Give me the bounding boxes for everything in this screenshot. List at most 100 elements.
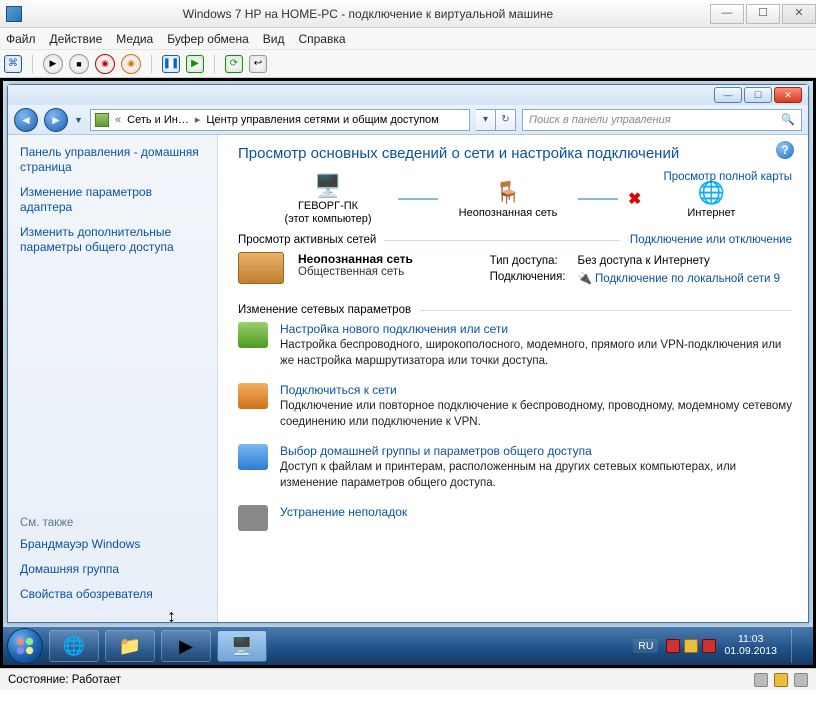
- reset-button[interactable]: ▶: [186, 55, 204, 73]
- list-item: Выбор домашней группы и параметров общег…: [238, 444, 792, 491]
- refresh-button[interactable]: ↻: [496, 109, 516, 131]
- ctrl-alt-del-button[interactable]: ⌘: [4, 55, 22, 73]
- menu-action[interactable]: Действие: [50, 32, 103, 46]
- nav-back-button[interactable]: ◄: [14, 108, 38, 132]
- shutdown-button[interactable]: ◉: [95, 54, 115, 74]
- network-type[interactable]: Общественная сеть: [298, 266, 413, 278]
- homegroup-link[interactable]: Выбор домашней группы и параметров общег…: [280, 444, 792, 458]
- node-pc-sub: (этот компьютер): [284, 213, 371, 226]
- vm-icon: [6, 6, 22, 22]
- host-status-bar: Состояние: Работает: [0, 668, 816, 690]
- active-network: Неопознанная сеть Общественная сеть Тип …: [238, 252, 792, 288]
- change-settings-label: Изменение сетевых параметров: [238, 304, 411, 316]
- vm-viewport: ― ☐ ✕ ◄ ► ▼ « Сеть и Ин… ▸ Центр управле…: [0, 78, 816, 668]
- crumb-current[interactable]: Центр управления сетями и общим доступом: [206, 114, 438, 126]
- page-heading: Просмотр основных сведений о сети и наст…: [238, 145, 792, 162]
- start-button[interactable]: [7, 628, 43, 664]
- clock[interactable]: 11:03 01.09.2013: [724, 634, 777, 657]
- turnoff-button[interactable]: ■: [69, 54, 89, 74]
- menu-help[interactable]: Справка: [298, 32, 345, 46]
- nav-history-button[interactable]: ▼: [74, 115, 84, 125]
- search-input[interactable]: Поиск в панели управления 🔍: [522, 109, 802, 131]
- status-value: Работает: [72, 674, 121, 686]
- host-title: Windows 7 HP на HOME-PC - подключение к …: [28, 7, 708, 21]
- connection-link[interactable]: Подключение по локальной сети 9: [595, 273, 780, 285]
- link-line: [398, 198, 438, 200]
- tray-icon[interactable]: [702, 639, 716, 653]
- full-map-link[interactable]: Просмотр полной карты: [663, 171, 792, 183]
- breadcrumb-dropdown[interactable]: ▾: [476, 109, 496, 131]
- revert-button[interactable]: ↩: [249, 55, 267, 73]
- homegroup-icon: [238, 444, 268, 470]
- network-center-window: ― ☐ ✕ ◄ ► ▼ « Сеть и Ин… ▸ Центр управле…: [7, 84, 809, 623]
- tray-icon[interactable]: [666, 639, 680, 653]
- search-icon: 🔍: [781, 113, 795, 126]
- item-desc: Доступ к файлам и принтерам, расположенн…: [280, 460, 792, 491]
- window-close-button[interactable]: ✕: [774, 87, 802, 103]
- vm-taskbar: 🌐 📁 ▶ 🖥️ RU 11:03 01.09.2013: [3, 627, 813, 665]
- sidebar: Панель управления - домашняя страница Из…: [8, 135, 218, 622]
- host-minimize-button[interactable]: ―: [710, 4, 744, 24]
- system-tray: RU 11:03 01.09.2013: [633, 629, 809, 663]
- host-toolbar: ⌘ ▶ ■ ◉ ◉ ❚❚ ▶ ⟳ ↩: [0, 50, 816, 78]
- taskbar-explorer-button[interactable]: 📁: [105, 630, 155, 662]
- menu-media[interactable]: Медиа: [116, 32, 153, 46]
- tray-icon[interactable]: [684, 639, 698, 653]
- access-type-value: Без доступа к Интернету: [578, 254, 790, 268]
- nav-forward-button[interactable]: ►: [44, 108, 68, 132]
- language-indicator[interactable]: RU: [633, 639, 658, 653]
- save-button[interactable]: ◉: [121, 54, 141, 74]
- sidebar-firewall[interactable]: Брандмауэр Windows: [20, 537, 205, 552]
- network-icon: [95, 113, 109, 127]
- sidebar-internet-options[interactable]: Свойства обозревателя: [20, 587, 205, 602]
- breadcrumb-bar[interactable]: « Сеть и Ин… ▸ Центр управления сетями и…: [90, 109, 470, 131]
- clock-date: 01.09.2013: [724, 646, 777, 658]
- link-line: [578, 198, 618, 200]
- connections-label: Подключения:: [490, 270, 576, 286]
- item-desc: Настройка беспроводного, широкополосного…: [280, 338, 792, 369]
- pause-button[interactable]: ❚❚: [162, 55, 180, 73]
- sidebar-adapter-settings[interactable]: Изменение параметров адаптера: [20, 185, 205, 215]
- window-minimize-button[interactable]: ―: [714, 87, 742, 103]
- item-desc: Подключение или повторное подключение к …: [280, 399, 792, 430]
- vm-desktop[interactable]: ― ☐ ✕ ◄ ► ▼ « Сеть и Ин… ▸ Центр управле…: [3, 81, 813, 665]
- node-unknown: Неопознанная сеть: [459, 207, 558, 220]
- menu-view[interactable]: Вид: [263, 32, 285, 46]
- search-placeholder: Поиск в панели управления: [529, 114, 671, 126]
- connect-icon: [238, 383, 268, 409]
- sidebar-homegroup[interactable]: Домашняя группа: [20, 562, 205, 577]
- status-label: Состояние:: [8, 674, 69, 686]
- help-icon[interactable]: ?: [776, 141, 794, 159]
- taskbar-control-panel-button[interactable]: 🖥️: [217, 630, 267, 662]
- window-titlebar[interactable]: ― ☐ ✕: [8, 85, 808, 105]
- host-menu: Файл Действие Медиа Буфер обмена Вид Спр…: [0, 28, 816, 50]
- status-icon: [754, 673, 768, 687]
- menu-clipboard[interactable]: Буфер обмена: [167, 32, 249, 46]
- host-close-button[interactable]: ✕: [782, 4, 816, 24]
- sidebar-advanced-sharing[interactable]: Изменить дополнительные параметры общего…: [20, 225, 205, 255]
- host-titlebar: Windows 7 HP на HOME-PC - подключение к …: [0, 0, 816, 28]
- crumb-parent[interactable]: Сеть и Ин…: [127, 114, 189, 126]
- connect-disconnect-link[interactable]: Подключение или отключение: [630, 234, 792, 246]
- node-pc-name: ГЕВОРГ-ПК: [298, 200, 358, 213]
- taskbar-ie-button[interactable]: 🌐: [49, 630, 99, 662]
- node-internet: Интернет: [687, 207, 735, 220]
- list-item: Подключиться к сети Подключение или повт…: [238, 383, 792, 430]
- connect-network-link[interactable]: Подключиться к сети: [280, 383, 792, 397]
- host-maximize-button[interactable]: ☐: [746, 4, 780, 24]
- status-lock-icon: [774, 673, 788, 687]
- sidebar-control-panel-home[interactable]: Панель управления - домашняя страница: [20, 145, 205, 175]
- taskbar-media-button[interactable]: ▶: [161, 630, 211, 662]
- troubleshoot-link[interactable]: Устранение неполадок: [280, 505, 407, 519]
- start-button[interactable]: ▶: [43, 54, 63, 74]
- new-connection-link[interactable]: Настройка нового подключения или сети: [280, 322, 792, 336]
- network-name: Неопознанная сеть: [298, 252, 413, 266]
- show-desktop-button[interactable]: [791, 629, 803, 663]
- computer-icon: 🖥️: [310, 172, 346, 200]
- disconnected-icon: ✖: [628, 189, 641, 209]
- window-maximize-button[interactable]: ☐: [744, 87, 772, 103]
- list-item: Настройка нового подключения или сети На…: [238, 322, 792, 369]
- checkpoint-button[interactable]: ⟳: [225, 55, 243, 73]
- menu-file[interactable]: Файл: [6, 32, 36, 46]
- list-item: Устранение неполадок: [238, 505, 792, 531]
